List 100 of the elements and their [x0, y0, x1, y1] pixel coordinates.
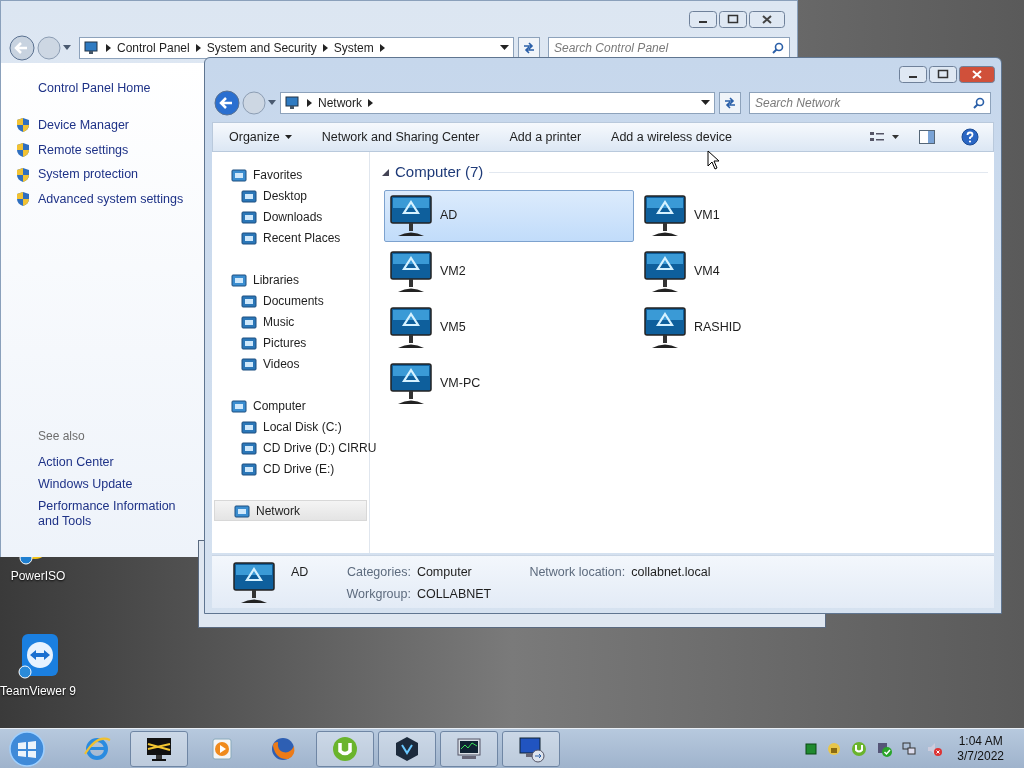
monitor-icon [642, 304, 688, 351]
network-device-item[interactable]: RASHID [638, 301, 888, 354]
see-also-link[interactable]: Performance Information and Tools [38, 499, 198, 529]
teamviewer-icon [16, 632, 60, 680]
details-label: Workgroup: [346, 585, 411, 603]
breadcrumb-item[interactable]: Network [318, 94, 362, 112]
search-field[interactable]: Search Control Panel [548, 37, 790, 59]
home-link[interactable]: Control Panel Home [38, 79, 205, 98]
nav-item[interactable]: Videos [212, 353, 369, 374]
minimize-icon[interactable] [689, 11, 717, 28]
search-field[interactable]: Search Network [749, 92, 991, 114]
network-device-item[interactable]: VM1 [638, 189, 888, 242]
nav-item[interactable]: Local Disk (C:) [212, 416, 369, 437]
dropdown-caret-icon[interactable] [701, 100, 710, 106]
monitor-icon [642, 248, 688, 295]
back-button-icon[interactable] [214, 90, 240, 116]
security-check-icon [876, 740, 893, 757]
nav-item[interactable]: Favorites [212, 164, 369, 185]
desktop-icon-label[interactable]: TeamViewer 9 [0, 682, 76, 700]
toolbar-button[interactable]: Add a printer [509, 127, 582, 147]
network-device-item[interactable]: VM2 [384, 245, 634, 298]
details-label: Network location: [529, 564, 626, 581]
see-also-link[interactable]: Windows Update [38, 477, 198, 492]
nav-item[interactable]: Desktop [212, 185, 369, 206]
group-header[interactable]: Computer (7) [395, 161, 484, 184]
details-value: Computer [416, 564, 473, 581]
toolbar-button[interactable]: Organize [229, 127, 292, 147]
see-also-link[interactable]: Action Center [38, 455, 198, 470]
nav-item[interactable]: CD Drive (D:) CIRRU [212, 437, 377, 458]
breadcrumb-item[interactable]: System [333, 39, 374, 57]
view-options-icon[interactable] [869, 130, 899, 144]
task-link[interactable]: Advanced system settings [38, 190, 184, 209]
start-button-icon[interactable] [7, 728, 47, 768]
nav-item[interactable]: Network [214, 500, 367, 521]
nav-item[interactable]: Computer [212, 395, 369, 416]
item-label: VM1 [694, 207, 720, 225]
network-device-item[interactable]: VM4 [638, 245, 888, 298]
desktop-icon-label[interactable]: PowerISO [10, 567, 66, 585]
close-icon[interactable] [959, 66, 995, 83]
nav-item[interactable]: Downloads [212, 206, 369, 227]
toolbar-button[interactable]: Add a wireless device [611, 127, 732, 147]
network-device-item[interactable]: VM-PC [384, 357, 634, 410]
chevron-icon [195, 44, 201, 52]
computer-network-icon [84, 40, 100, 56]
clock-time: 1:04 AM [958, 733, 1003, 749]
shield-icon [15, 166, 31, 183]
nav-item[interactable]: Music [212, 311, 369, 332]
shield-icon [15, 141, 31, 158]
close-icon[interactable] [749, 11, 785, 28]
address-bar[interactable]: Control Panel System and Security System [79, 37, 514, 59]
minimize-icon[interactable] [899, 66, 927, 83]
search-icon [973, 97, 985, 109]
task-link[interactable]: Remote settings [38, 140, 129, 160]
caret-icon [268, 100, 276, 106]
toolbar-button[interactable]: Network and Sharing Center [321, 127, 480, 147]
details-label: Categories: [346, 564, 411, 581]
maximize-icon[interactable] [719, 11, 747, 28]
network-tray-icon [901, 740, 918, 757]
item-label: AD [440, 207, 458, 225]
clock[interactable]: 1:04 AM 3/7/2022 [957, 733, 1004, 764]
nav-item[interactable]: Documents [212, 290, 369, 311]
torrent-tray-icon [851, 740, 868, 757]
padlock-icon [826, 740, 843, 757]
item-label: VM4 [694, 263, 720, 281]
item-label: VM5 [440, 319, 466, 337]
monitor-icon [388, 192, 434, 239]
taskbar-button[interactable] [440, 730, 498, 767]
task-link[interactable]: System protection [38, 165, 139, 184]
nav-item[interactable]: Recent Places [212, 227, 369, 248]
computer-network-icon [285, 95, 301, 111]
back-button-icon[interactable] [9, 35, 35, 61]
item-label: RASHID [694, 319, 742, 337]
help-icon[interactable] [961, 128, 979, 146]
nav-item[interactable]: Libraries [212, 269, 369, 290]
task-link[interactable]: Device Manager [38, 115, 129, 135]
maximize-icon[interactable] [929, 66, 957, 83]
breadcrumb-item[interactable]: System and Security [206, 39, 317, 57]
refresh-icon [723, 96, 737, 110]
taskbar-button[interactable] [502, 730, 560, 767]
nav-item[interactable]: CD Drive (E:) [212, 458, 369, 479]
monitor-icon [388, 304, 434, 351]
refresh-button[interactable] [518, 37, 540, 59]
breadcrumb-item[interactable]: Control Panel [117, 39, 190, 57]
taskbar-button[interactable] [130, 730, 188, 767]
item-label: VM-PC [440, 375, 481, 393]
network-device-item[interactable]: VM5 [384, 301, 634, 354]
nav-item[interactable]: Pictures [212, 332, 369, 353]
taskbar-button[interactable] [378, 730, 436, 767]
details-name: AD [291, 564, 309, 581]
clock-date: 3/7/2022 [957, 748, 1004, 764]
shield-icon [15, 117, 31, 134]
dropdown-caret-icon[interactable] [500, 45, 509, 51]
network-device-item[interactable]: AD [384, 189, 634, 242]
details-value: collabnet.local [631, 564, 711, 581]
chevron-icon [307, 99, 312, 107]
caret-icon [284, 135, 292, 139]
monitor-icon [642, 192, 688, 239]
refresh-button[interactable] [719, 92, 741, 114]
preview-pane-icon[interactable] [919, 130, 935, 144]
address-bar[interactable]: Network [280, 92, 715, 114]
